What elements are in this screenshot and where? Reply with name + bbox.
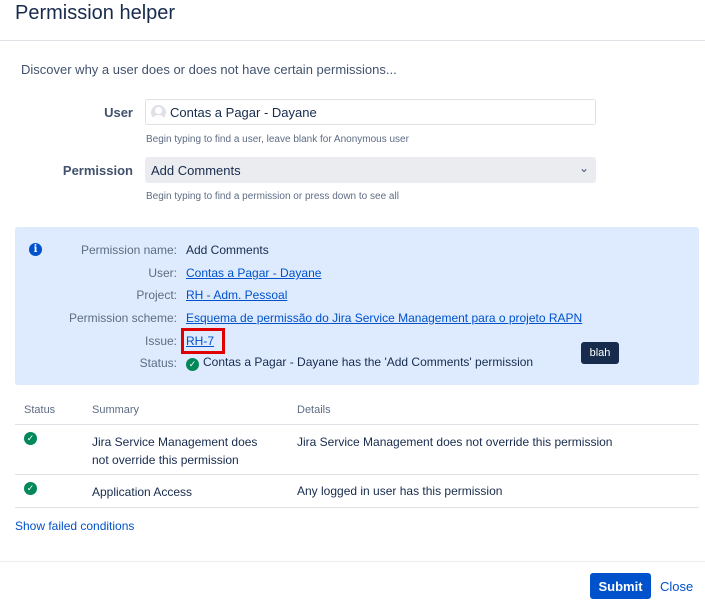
check-circle-icon: ✓ (186, 358, 199, 371)
info-user-label: User: (148, 266, 177, 280)
row-details: Any logged in user has this permission (297, 484, 503, 498)
project-label: Project: (136, 288, 177, 302)
permission-select[interactable]: Add Comments ⌄ (145, 157, 596, 183)
row-summary: Jira Service Management does not overrid… (92, 435, 258, 467)
row-summary: Application Access (92, 485, 193, 499)
column-header-summary: Summary (92, 404, 140, 416)
row-divider (15, 474, 699, 475)
row-divider (15, 507, 699, 508)
info-user-link[interactable]: Contas a Pagar - Dayane (186, 266, 321, 280)
check-circle-icon: ✓ (24, 432, 37, 445)
permission-scheme-link[interactable]: Esquema de permissão do Jira Service Man… (186, 311, 582, 325)
row-divider (15, 424, 699, 425)
permission-name-value: Add Comments (186, 243, 269, 257)
column-header-status: Status (24, 404, 56, 416)
status-text: Contas a Pagar - Dayane has the 'Add Com… (203, 355, 534, 369)
info-icon: i (29, 243, 42, 256)
permission-select-value: Add Comments (151, 163, 241, 178)
user-hint: Begin typing to find a user, leave blank… (146, 134, 409, 145)
tooltip: blah (581, 342, 619, 364)
footer-divider (0, 561, 705, 562)
status-label: Status: (139, 356, 177, 370)
dialog-header: Permission helper (0, 0, 705, 41)
permission-label: Permission (62, 163, 133, 178)
show-failed-conditions-link[interactable]: Show failed conditions (15, 519, 134, 533)
permission-name-label: Permission name: (80, 243, 177, 257)
permission-scheme-label: Permission scheme: (68, 311, 177, 325)
permission-hint: Begin typing to find a permission or pre… (146, 191, 399, 202)
issue-label: Issue: (144, 334, 177, 348)
check-circle-icon: ✓ (24, 482, 37, 495)
dialog-title: Permission helper (15, 2, 176, 24)
submit-button[interactable]: Submit (590, 573, 651, 599)
project-link[interactable]: RH - Adm. Pessoal (186, 288, 287, 302)
row-details: Jira Service Management does not overrid… (297, 435, 613, 449)
close-link[interactable]: Close (660, 579, 693, 594)
issue-highlight-box (181, 328, 225, 354)
column-header-details: Details (297, 404, 331, 416)
user-picker-input[interactable]: Contas a Pagar - Dayane (145, 99, 596, 125)
chevron-down-icon: ⌄ (578, 161, 589, 175)
intro-text: Discover why a user does or does not hav… (21, 62, 397, 77)
user-avatar-icon (151, 105, 166, 120)
status-value: ✓ Contas a Pagar - Dayane has the 'Add Co… (186, 355, 533, 371)
user-picker-value: Contas a Pagar - Dayane (170, 105, 317, 120)
user-label: User (104, 105, 133, 120)
